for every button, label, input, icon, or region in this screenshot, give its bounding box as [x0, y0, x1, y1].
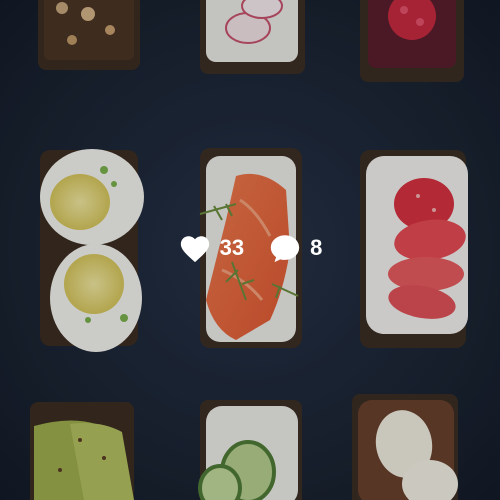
- comments-stat[interactable]: 8: [268, 232, 322, 264]
- comments-count: 8: [310, 235, 323, 260]
- comment-icon: [270, 235, 300, 263]
- likes-stat[interactable]: 33: [178, 232, 244, 264]
- post-thumbnail[interactable]: 33 8: [0, 0, 500, 500]
- likes-count: 33: [219, 235, 245, 260]
- engagement-stats: 33 8: [0, 228, 500, 268]
- heart-icon: [180, 236, 209, 263]
